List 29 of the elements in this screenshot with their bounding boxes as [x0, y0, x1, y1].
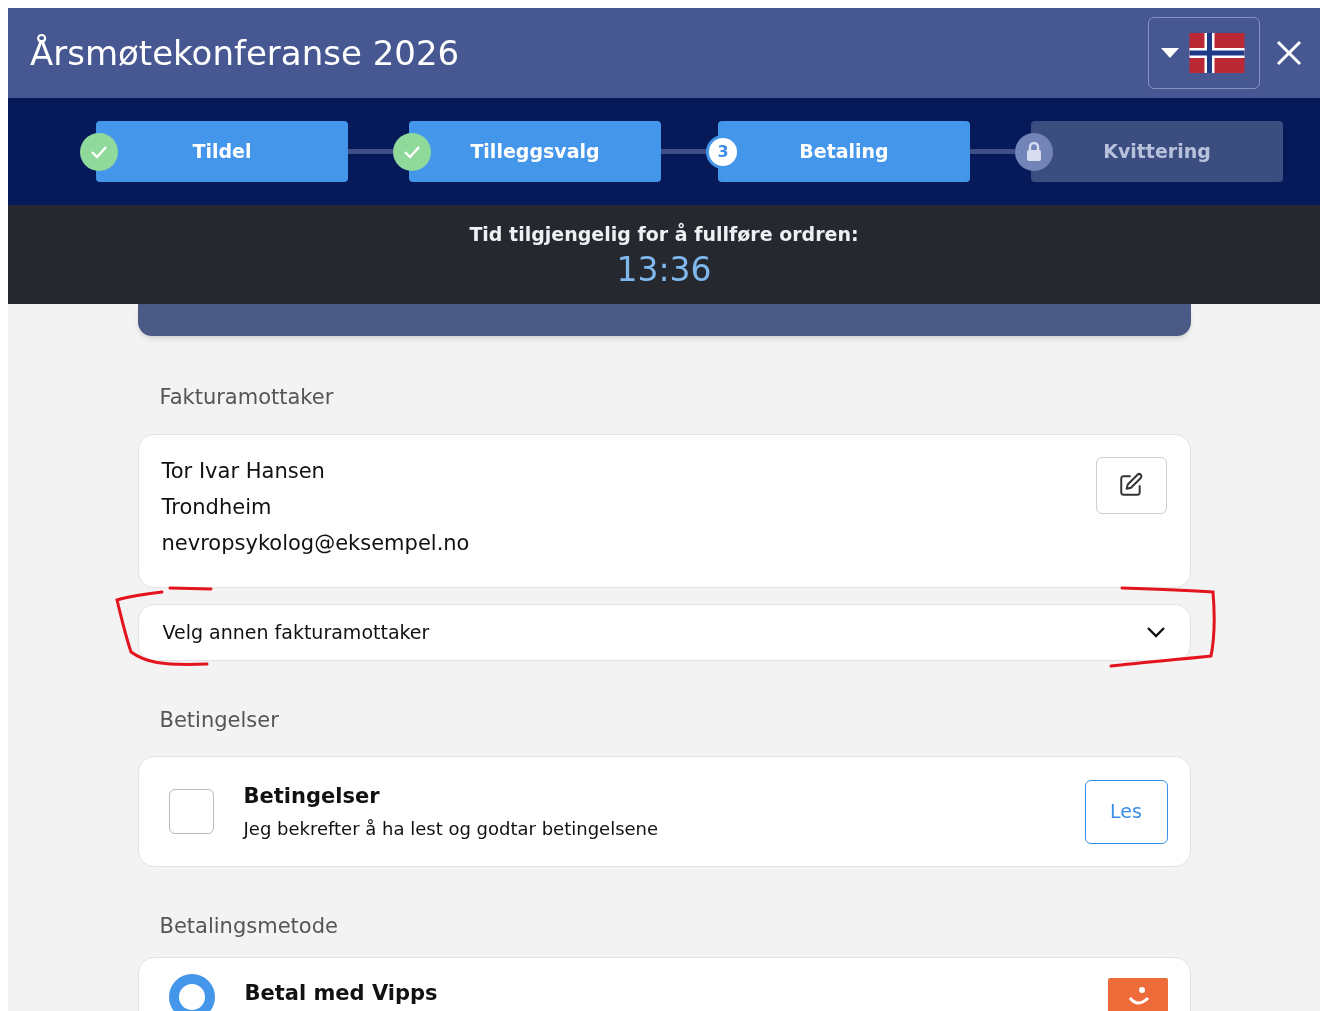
recipient-detail: Tor Ivar Hansen [161, 457, 326, 485]
page-title: Årsmøtekonferanse 2026 [30, 31, 461, 75]
edit-button[interactable] [1095, 456, 1167, 514]
section-heading: Betalingsmetode [159, 913, 339, 940]
step-tab[interactable]: Tilleggsvalg [409, 121, 661, 182]
step-tab[interactable]: Kvittering [1031, 121, 1283, 182]
terms-title: Betingelser [243, 783, 381, 811]
step-number: 3 [706, 134, 740, 169]
step-tab[interactable]: Tildel [96, 121, 348, 182]
section-heading: Betingelser [159, 706, 280, 734]
section-heading: Fakturamottaker [159, 384, 335, 411]
language-selector[interactable] [1148, 17, 1260, 89]
checkbox[interactable] [168, 789, 214, 834]
read-button[interactable]: Les [1084, 779, 1168, 844]
timer-value: 13:36 [616, 250, 712, 289]
recipient-dropdown[interactable]: Velg annen fakturamottaker [137, 603, 1191, 661]
payment-option[interactable]: Betal med Vipps [137, 956, 1191, 1011]
recipient-detail: Trondheim [161, 493, 273, 521]
recipient-detail: nevropsykolog@eksempel.no [161, 529, 471, 557]
radio-button[interactable] [168, 973, 215, 1011]
terms-text: Jeg bekrefter å ha lest og godtar betingelsene [243, 816, 660, 841]
norway-flag-icon [1187, 33, 1247, 73]
caret-icon [1161, 48, 1179, 58]
payment-label: Betal med Vipps [244, 979, 439, 1007]
chevron-down-icon [1145, 626, 1166, 638]
close-icon[interactable] [1276, 40, 1302, 66]
edit-icon [1118, 472, 1144, 498]
timer-label: Tid tilgjengelig for å fullføre ordren: [469, 222, 859, 248]
smile-logo-icon [1107, 977, 1168, 1011]
